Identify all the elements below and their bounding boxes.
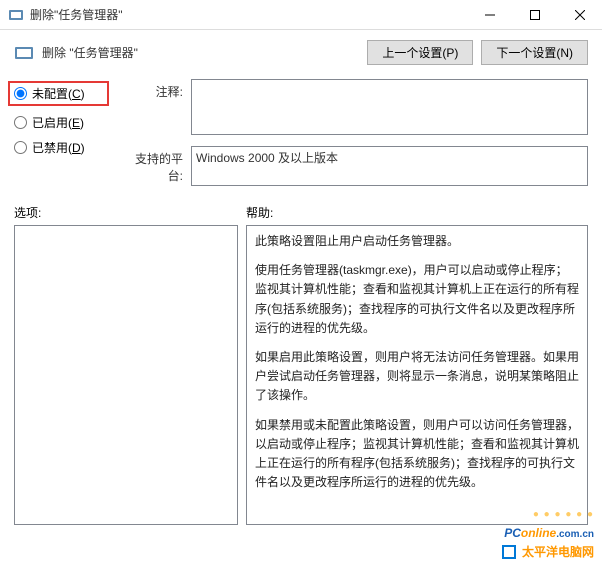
header-row: 删除 "任务管理器" 上一个设置(P) 下一个设置(N) [0, 30, 602, 73]
close-button[interactable] [557, 0, 602, 30]
comment-input[interactable] [191, 79, 588, 135]
help-panel[interactable]: 此策略设置阻止用户启动任务管理器。 使用任务管理器(taskmgr.exe)，用… [246, 225, 588, 525]
prev-setting-button[interactable]: 上一个设置(P) [367, 40, 473, 65]
radio-enabled-label: 已启用(E) [32, 114, 84, 131]
platform-row: 支持的平台: Windows 2000 及以上版本 [123, 146, 588, 186]
help-label: 帮助: [246, 204, 588, 221]
state-radios: 未配置(C) 已启用(E) 已禁用(D) [14, 79, 109, 194]
help-paragraph: 此策略设置阻止用户启动任务管理器。 [255, 232, 579, 251]
help-paragraph: 如果禁用或未配置此策略设置，则用户可以访问任务管理器，以启动或停止程序；监视其计… [255, 416, 579, 493]
radio-disabled[interactable]: 已禁用(D) [14, 139, 109, 156]
comment-row: 注释: [123, 79, 588, 138]
policy-icon [14, 43, 34, 63]
window-title: 删除"任务管理器" [30, 6, 467, 23]
help-paragraph: 使用任务管理器(taskmgr.exe)，用户可以启动或停止程序；监视其计算机性… [255, 261, 579, 338]
titlebar: 删除"任务管理器" [0, 0, 602, 30]
maximize-button[interactable] [512, 0, 557, 30]
config-row: 未配置(C) 已启用(E) 已禁用(D) 注释: 支持的平台: Windows … [0, 73, 602, 194]
radio-not-configured-label: 未配置(C) [32, 85, 85, 102]
window-buttons [467, 0, 602, 30]
help-paragraph: 如果启用此策略设置，则用户将无法访问任务管理器。如果用户尝试启动任务管理器，则将… [255, 348, 579, 406]
radio-enabled[interactable]: 已启用(E) [14, 114, 109, 131]
panels: 此策略设置阻止用户启动任务管理器。 使用任务管理器(taskmgr.exe)，用… [0, 225, 602, 525]
policy-icon [8, 7, 24, 23]
platform-box: Windows 2000 及以上版本 [191, 146, 588, 186]
radio-enabled-input[interactable] [14, 116, 27, 129]
comment-label: 注释: [123, 79, 191, 100]
square-icon [502, 545, 516, 559]
minimize-button[interactable] [467, 0, 512, 30]
section-labels: 选项: 帮助: [0, 194, 602, 225]
options-panel [14, 225, 238, 525]
radio-disabled-label: 已禁用(D) [32, 139, 85, 156]
radio-not-configured-input[interactable] [14, 87, 27, 100]
watermark-cn: 太平洋电脑网 [502, 543, 594, 561]
nav-buttons: 上一个设置(P) 下一个设置(N) [367, 40, 588, 65]
radio-not-configured[interactable]: 未配置(C) [8, 81, 109, 106]
radio-disabled-input[interactable] [14, 141, 27, 154]
platform-label: 支持的平台: [123, 146, 191, 184]
options-label: 选项: [14, 204, 246, 221]
next-setting-button[interactable]: 下一个设置(N) [481, 40, 588, 65]
policy-title: 删除 "任务管理器" [42, 44, 367, 61]
fields: 注释: 支持的平台: Windows 2000 及以上版本 [123, 79, 588, 194]
